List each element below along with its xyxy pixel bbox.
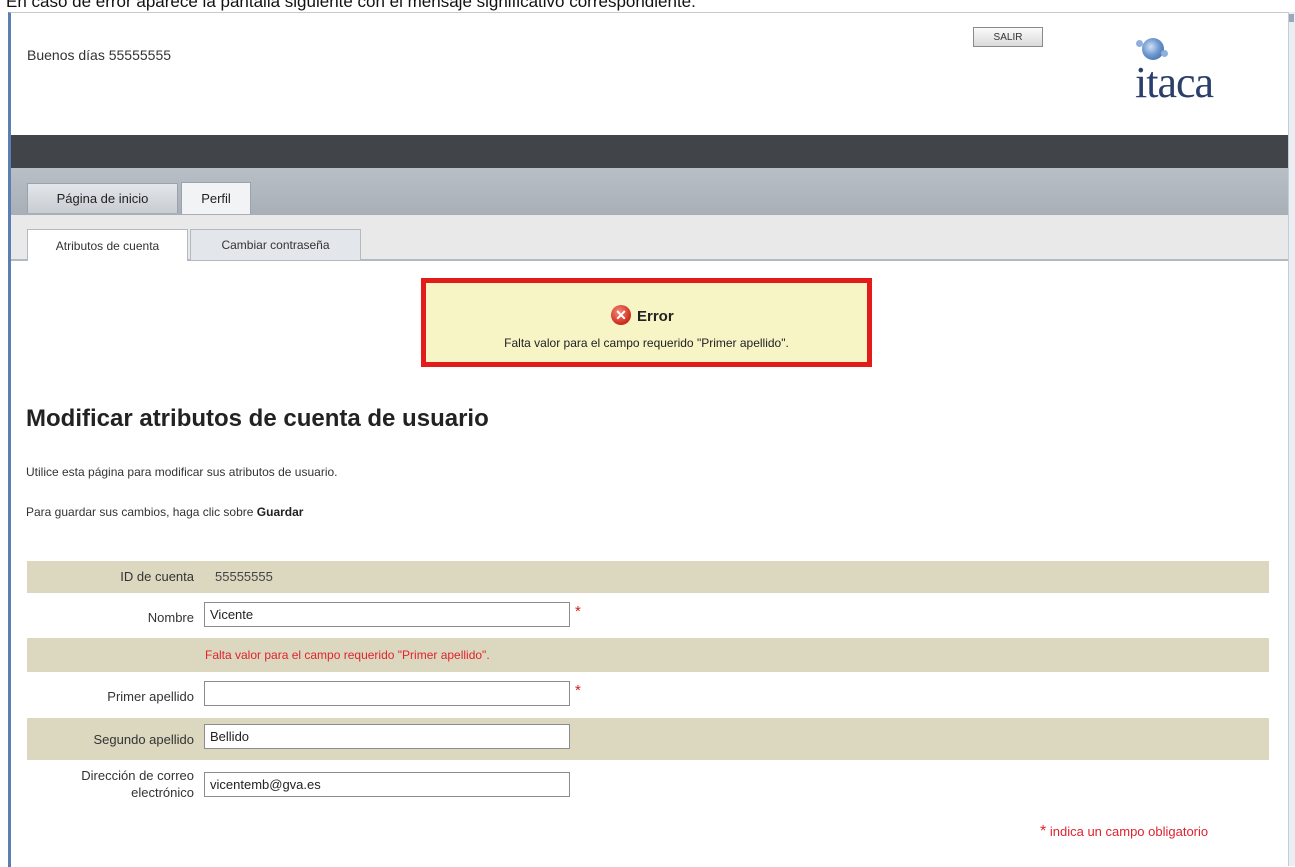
header-bar bbox=[11, 135, 1288, 168]
scrollbar-up-arrow[interactable] bbox=[1289, 14, 1294, 22]
legend-required-mark: * bbox=[1040, 823, 1047, 840]
account-id-row: ID de cuenta 55555555 bbox=[27, 561, 1269, 593]
logo-text: itaca bbox=[1135, 58, 1214, 107]
error-message: Falta valor para el campo requerido "Pri… bbox=[504, 336, 789, 350]
email-label: Dirección de correo electrónico bbox=[81, 767, 194, 801]
page-title: Modificar atributos de cuenta de usuario bbox=[26, 405, 489, 432]
email-label-line1: Dirección de correo bbox=[81, 768, 194, 783]
account-id-value: 55555555 bbox=[215, 569, 273, 584]
itaca-logo: itaca bbox=[1115, 35, 1255, 105]
error-message-box: ✕ Error Falta valor para el campo requer… bbox=[421, 278, 872, 367]
page-intro: Utilice esta página para modificar sus a… bbox=[26, 465, 338, 479]
nombre-required-mark: * bbox=[575, 603, 581, 620]
required-legend: * indica un campo obligatorio bbox=[1040, 823, 1208, 841]
document-caption: En caso de error aparece la pantalla sig… bbox=[6, 0, 696, 11]
save-hint-text: Para guardar sus cambios, haga clic sobr… bbox=[26, 505, 257, 519]
apellido2-input[interactable] bbox=[204, 724, 570, 749]
apellido1-label: Primer apellido bbox=[107, 689, 194, 704]
apellido1-required-mark: * bbox=[575, 682, 581, 699]
legend-text: indica un campo obligatorio bbox=[1049, 824, 1209, 839]
email-input[interactable] bbox=[204, 772, 570, 797]
error-title: Error bbox=[637, 308, 674, 325]
save-hint-bold: Guardar bbox=[256, 505, 304, 519]
apellido1-input[interactable] bbox=[204, 681, 570, 706]
tab-perfil[interactable]: Perfil bbox=[181, 182, 251, 214]
vertical-scrollbar[interactable] bbox=[1288, 12, 1295, 866]
logout-button[interactable]: SALIR bbox=[973, 27, 1043, 47]
save-hint: Para guardar sus cambios, haga clic sobr… bbox=[26, 505, 303, 519]
logo-globe-icon bbox=[1136, 38, 1168, 60]
email-label-line2: electrónico bbox=[131, 785, 194, 800]
subtab-cambiar-contrasena[interactable]: Cambiar contraseña bbox=[190, 229, 361, 261]
nombre-input[interactable] bbox=[204, 602, 570, 627]
subtab-atributos-de-cuenta[interactable]: Atributos de cuenta bbox=[27, 229, 188, 261]
field-error-row: Falta valor para el campo requerido "Pri… bbox=[27, 638, 1269, 672]
apellido1-row: Primer apellido * bbox=[27, 680, 1269, 712]
greeting-text: Buenos días 55555555 bbox=[27, 47, 172, 63]
error-x-icon: ✕ bbox=[611, 305, 631, 325]
tab-pagina-de-inicio[interactable]: Página de inicio bbox=[27, 183, 178, 213]
email-row: Dirección de correo electrónico bbox=[27, 764, 1269, 810]
nombre-row: Nombre * bbox=[27, 601, 1269, 631]
account-id-label: ID de cuenta bbox=[120, 569, 194, 584]
field-error-message: Falta valor para el campo requerido "Pri… bbox=[205, 648, 490, 662]
apellido2-row: Segundo apellido bbox=[27, 718, 1269, 760]
apellido2-label: Segundo apellido bbox=[93, 732, 194, 747]
nombre-label: Nombre bbox=[147, 610, 194, 625]
